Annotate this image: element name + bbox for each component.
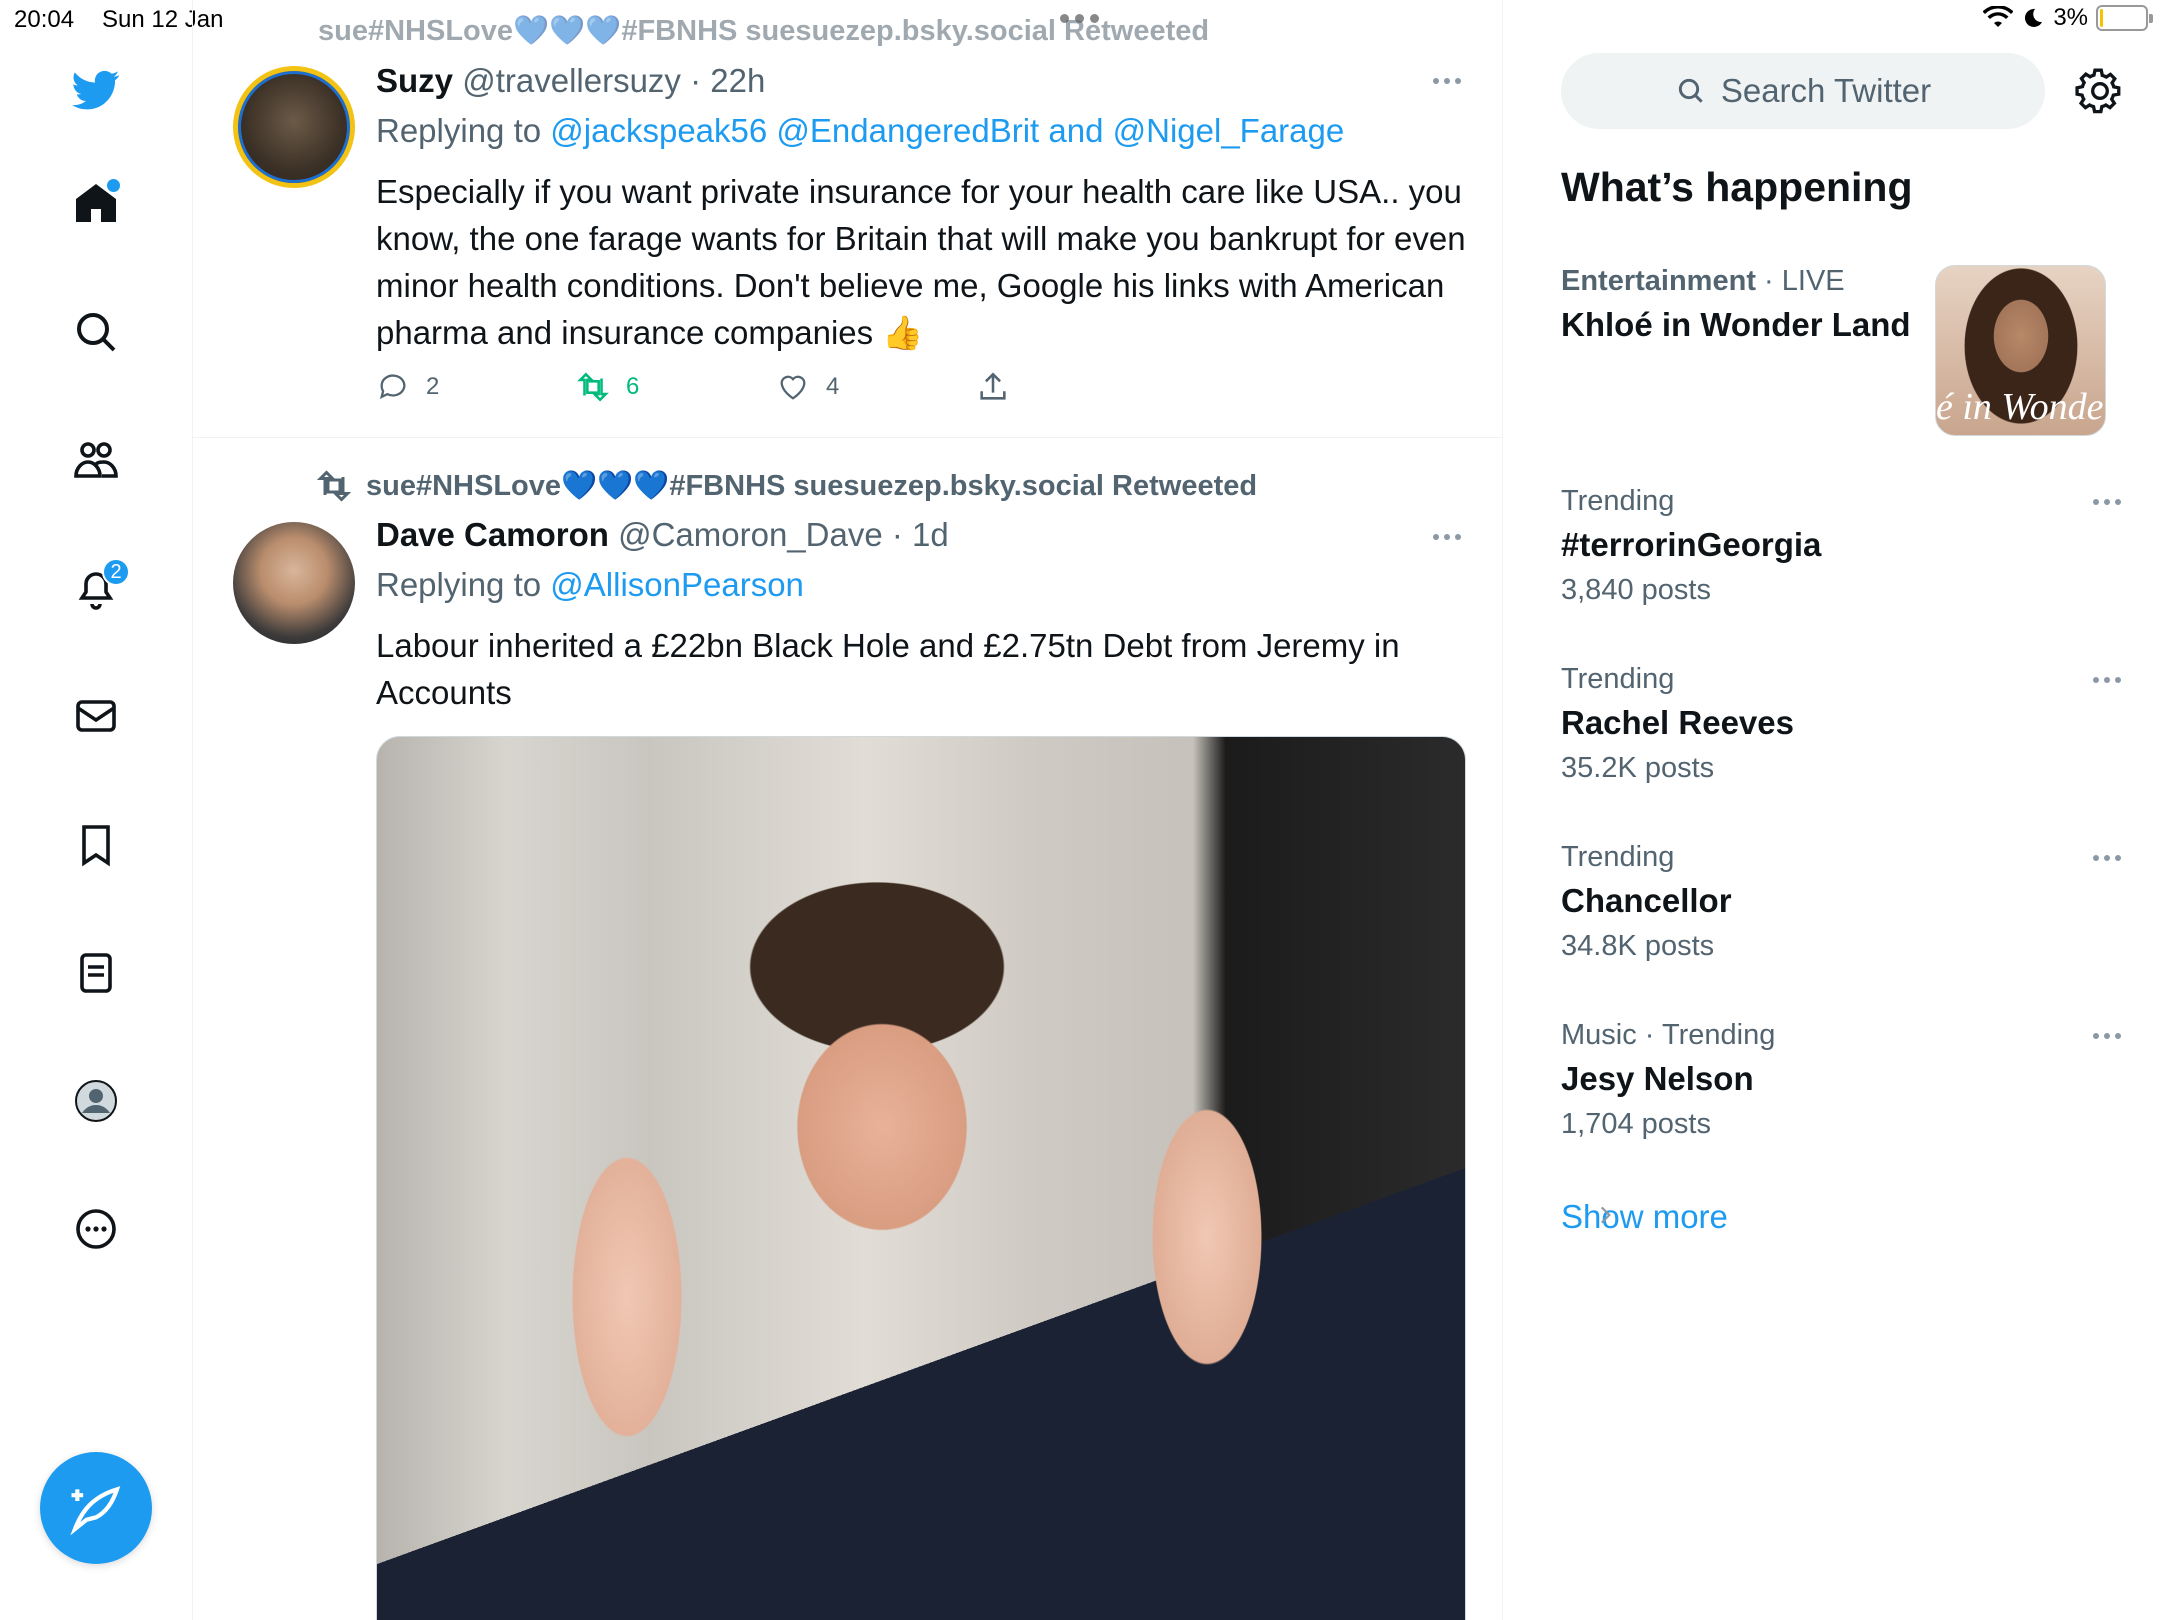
author-name[interactable]: Dave Camoron xyxy=(376,516,609,553)
heart-icon xyxy=(780,375,806,400)
reply-icon xyxy=(379,374,406,400)
author-handle[interactable]: @Camoron_Dave xyxy=(618,516,883,553)
tweet-text: Labour inherited a £22bn Black Hole and … xyxy=(376,627,1400,711)
notifications-icon[interactable]: 2 xyxy=(66,558,130,618)
twitter-logo-icon[interactable] xyxy=(66,60,126,120)
featured-thumbnail-text: é in Wonder L xyxy=(1936,386,2105,428)
lists-icon[interactable] xyxy=(66,943,126,1003)
featured-trend[interactable]: Entertainment · LIVE Khloé in Wonder Lan… xyxy=(1561,265,1931,344)
trend-more-icon[interactable] xyxy=(2093,499,2121,505)
trend-title: Jesy Nelson xyxy=(1561,1060,1754,1097)
gear-icon[interactable] xyxy=(2075,66,2125,116)
trend-count: 34.8K posts xyxy=(1561,930,1715,962)
search-placeholder: Search Twitter xyxy=(1720,72,1932,109)
tweet-actions: 2 6 4 xyxy=(376,370,1076,410)
share-button[interactable] xyxy=(976,370,1010,404)
share-icon xyxy=(980,372,1006,400)
tweet[interactable]: Suzy @travellersuzy · 22h Replying to @j… xyxy=(193,0,1502,438)
home-new-dot xyxy=(107,179,120,192)
left-nav: 2 xyxy=(0,0,193,1620)
replying-to: Replying to @jackspeak56 @EndangeredBrit… xyxy=(376,112,1344,150)
trend-item[interactable]: Trending #terrorinGeorgia 3,840 posts xyxy=(1561,485,2121,607)
featured-category-line: Entertainment · LIVE xyxy=(1561,265,1931,298)
home-icon[interactable] xyxy=(66,173,126,233)
trend-count: 1,704 posts xyxy=(1561,1108,1711,1140)
communities-icon[interactable] xyxy=(66,430,126,490)
notifications-badge: 2 xyxy=(102,558,130,586)
avatar[interactable] xyxy=(233,522,355,644)
trend-count: 3,840 posts xyxy=(1561,574,1711,606)
featured-thumbnail[interactable]: é in Wonder L xyxy=(1935,265,2106,436)
replying-to: Replying to @AllisonPearson xyxy=(376,566,804,604)
tweet-time[interactable]: · 22h xyxy=(690,62,765,99)
tweet[interactable]: sue#NHSLove💙💙💙#FBNHS suesuezep.bsky.soci… xyxy=(193,438,1502,1620)
whats-happening-title: What’s happening xyxy=(1561,164,1913,210)
trend-item[interactable]: Trending Chancellor 34.8K posts xyxy=(1561,841,2121,963)
retweet-count: 6 xyxy=(626,373,640,400)
chevron-right-icon[interactable] xyxy=(1592,1200,1618,1230)
trend-count: 35.2K posts xyxy=(1561,752,1715,784)
tweet-more-icon[interactable] xyxy=(1433,78,1463,88)
right-sidebar: Search Twitter What’s happening Entertai… xyxy=(1504,0,2160,1620)
search-icon xyxy=(1678,78,1703,103)
tweet-time[interactable]: · 1d xyxy=(892,516,949,553)
like-button[interactable]: 4 xyxy=(776,370,839,404)
retweet-icon xyxy=(577,372,609,402)
trend-title: Rachel Reeves xyxy=(1561,704,1794,741)
search-input[interactable]: Search Twitter xyxy=(1561,53,2045,129)
trend-more-icon[interactable] xyxy=(2093,1033,2121,1039)
trend-item[interactable]: Music · Trending Jesy Nelson 1,704 posts xyxy=(1561,1019,2121,1141)
avatar[interactable] xyxy=(233,66,355,188)
replying-to-label: Replying to xyxy=(376,566,542,603)
retweet-button[interactable]: 6 xyxy=(576,370,639,404)
trend-item[interactable]: Trending Rachel Reeves 35.2K posts xyxy=(1561,663,2121,785)
trend-title: #terrorinGeorgia xyxy=(1561,526,1822,563)
trend-category: Music · Trending xyxy=(1561,1019,1776,1051)
featured-title: Khloé in Wonder Land xyxy=(1561,306,1911,343)
tweet-more-icon[interactable] xyxy=(1433,534,1463,544)
replying-to-links[interactable]: @jackspeak56 @EndangeredBrit and @Nigel_… xyxy=(550,112,1344,149)
tweet-text: Especially if you want private insurance… xyxy=(376,173,1466,351)
trend-category: Trending xyxy=(1561,663,1675,695)
retweet-context: sue#NHSLove💙💙💙#FBNHS suesuezep.bsky.soci… xyxy=(316,468,1257,504)
search-icon[interactable] xyxy=(66,302,126,362)
replying-to-links[interactable]: @AllisonPearson xyxy=(550,566,804,603)
trend-category: Trending xyxy=(1561,841,1675,873)
trend-more-icon[interactable] xyxy=(2093,855,2121,861)
replying-to-label: Replying to xyxy=(376,112,542,149)
featured-live: · LIVE xyxy=(1764,265,1845,297)
trend-more-icon[interactable] xyxy=(2093,677,2121,683)
featured-category: Entertainment xyxy=(1561,265,1756,297)
timeline: sue#NHSLove💙💙💙#FBNHS suesuezep.bsky.soci… xyxy=(193,0,1503,1620)
show-more-link[interactable]: Show more xyxy=(1561,1198,1728,1236)
more-icon[interactable] xyxy=(66,1199,126,1259)
messages-icon[interactable] xyxy=(66,686,126,746)
bookmarks-icon[interactable] xyxy=(66,815,126,875)
trend-title: Chancellor xyxy=(1561,882,1732,919)
retweet-context-icon xyxy=(316,470,352,502)
retweeted-by-text[interactable]: sue#NHSLove💙💙💙#FBNHS suesuezep.bsky.soci… xyxy=(366,469,1257,503)
trend-category: Trending xyxy=(1561,485,1675,517)
profile-icon[interactable] xyxy=(66,1071,126,1131)
author-handle[interactable]: @travellersuzy xyxy=(462,62,681,99)
reply-count: 2 xyxy=(426,373,440,400)
compose-feather-icon xyxy=(70,1486,121,1536)
tweet-header: Suzy @travellersuzy · 22h xyxy=(376,62,765,100)
tweet-header: Dave Camoron @Camoron_Dave · 1d xyxy=(376,516,949,554)
author-name[interactable]: Suzy xyxy=(376,62,453,99)
reply-button[interactable]: 2 xyxy=(376,370,439,404)
compose-tweet-button[interactable] xyxy=(40,1452,152,1564)
tweet-image[interactable] xyxy=(376,736,1466,1620)
like-count: 4 xyxy=(826,373,840,400)
